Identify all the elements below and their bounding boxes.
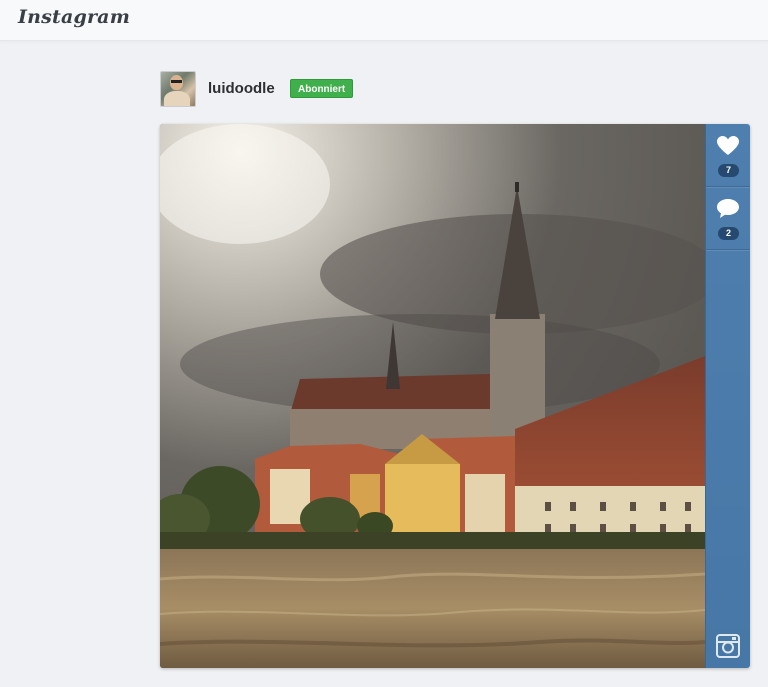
post-photo[interactable] [160, 124, 705, 668]
like-section[interactable]: 7 [706, 124, 750, 187]
username-link[interactable]: luidoodle [208, 80, 275, 97]
top-bar: Instagram [0, 0, 768, 41]
speech-bubble-icon[interactable] [717, 199, 739, 219]
comments-count[interactable]: 2 [718, 227, 739, 240]
action-rail: 7 2 [705, 124, 750, 668]
photo-post: 7 2 [160, 124, 750, 668]
instagram-camera-icon[interactable] [716, 634, 740, 658]
follow-button[interactable]: Abonniert [290, 79, 353, 98]
heart-icon[interactable] [717, 136, 739, 156]
comment-section[interactable]: 2 [706, 187, 750, 250]
likes-count[interactable]: 7 [718, 164, 739, 177]
instagram-logo[interactable]: Instagram [18, 6, 130, 28]
avatar[interactable] [160, 71, 196, 107]
